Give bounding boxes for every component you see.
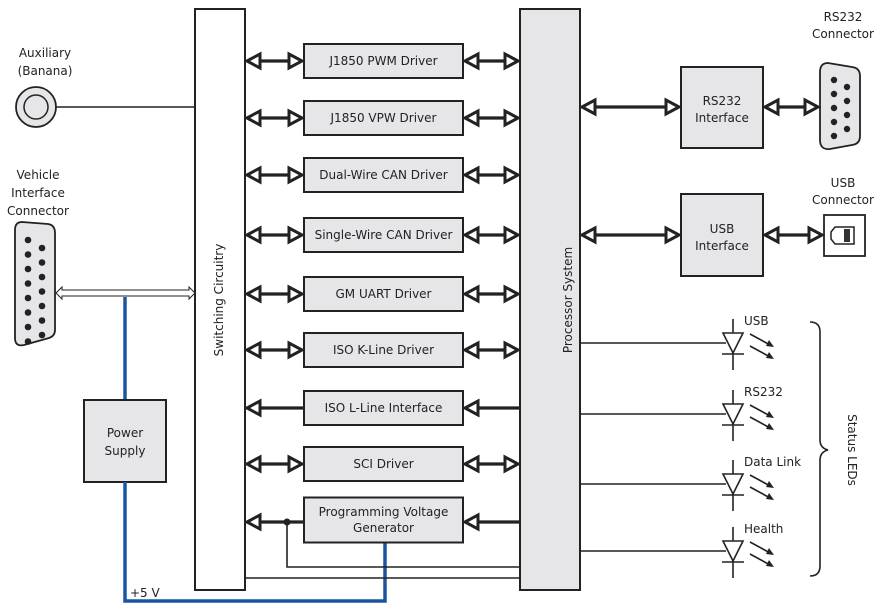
driver-block: Single-Wire CAN Driver <box>303 217 464 253</box>
driver-label: J1850 PWM Driver <box>328 54 437 68</box>
led-label: USB <box>744 314 769 328</box>
driver-label: ISO K-Line Driver <box>333 343 434 357</box>
plus5v-label: +5 V <box>130 586 161 600</box>
left-arrow <box>461 398 520 418</box>
driver-label: SCI Driver <box>353 457 413 471</box>
driver-block: ISO K-Line Driver <box>303 332 464 368</box>
driver-label: GM UART Driver <box>336 287 432 301</box>
usb-connector-label-1: USB <box>831 176 856 190</box>
left-arrow <box>243 398 304 418</box>
driver-label: Dual-Wire CAN Driver <box>319 168 448 182</box>
usb-connector-label-2: Connector <box>812 193 874 207</box>
bidirectional-arrow <box>243 165 306 185</box>
bidirectional-arrow <box>461 454 522 474</box>
rs232-interface-label-1: RS232 <box>703 94 742 108</box>
driver-block: GM UART Driver <box>303 276 464 312</box>
db15-connector-icon <box>14 221 56 347</box>
led-label: Health <box>744 522 783 536</box>
bidirectional-arrow <box>461 340 522 360</box>
banana-jack-icon <box>15 86 57 128</box>
left-arrow <box>461 512 520 532</box>
usb-interface-label-1: USB <box>710 222 735 236</box>
driver-blocks: J1850 PWM Driver J1850 VPW Driver Dual-Wir… <box>243 43 522 544</box>
driver-block: Programming Voltage Generator <box>303 496 464 544</box>
driver-label: ISO L-Line Interface <box>325 401 443 415</box>
led-label: Data Link <box>744 455 801 469</box>
bidirectional-arrow <box>243 284 306 304</box>
power-supply-block <box>83 399 167 483</box>
rs232-connector-label-1: RS232 <box>824 10 863 24</box>
led-label: RS232 <box>744 385 783 399</box>
driver-block: SCI Driver <box>303 446 464 482</box>
driver-block: Dual-Wire CAN Driver <box>303 157 464 193</box>
bidirectional-arrow <box>578 97 683 117</box>
status-leds-label: Status LEDs <box>845 414 859 486</box>
driver-block: ISO L-Line Interface <box>303 390 464 426</box>
driver-block: J1850 PWM Driver <box>303 43 464 79</box>
left-arrow <box>243 512 304 532</box>
driver-label: Generator <box>353 521 414 535</box>
usb-interface-label-2: Interface <box>695 239 749 253</box>
bidirectional-arrow <box>578 225 683 245</box>
driver-block: J1850 VPW Driver <box>303 100 464 136</box>
switching-circuitry-label: Switching Circuitry <box>212 244 226 357</box>
bidirectional-arrow <box>461 165 522 185</box>
bidirectional-arrow <box>243 51 306 71</box>
bidirectional-arrow <box>461 108 522 128</box>
status-leds: USB RS232 Data Link Health <box>580 314 801 578</box>
bidirectional-arrow <box>461 284 522 304</box>
usb-port-icon <box>823 214 866 257</box>
processor-system-label: Processor System <box>561 247 575 353</box>
status-leds-brace <box>809 321 829 577</box>
bidirectional-arrow <box>243 340 306 360</box>
bidirectional-arrow <box>243 108 306 128</box>
vehicle-label-1: Vehicle <box>17 168 60 182</box>
power-supply-label-2: Supply <box>105 444 146 458</box>
bidirectional-arrow <box>761 97 822 117</box>
bidirectional-arrow <box>243 225 306 245</box>
rs232-interface-label-2: Interface <box>695 111 749 125</box>
diagram-canvas: Switching Circuitry Processor System Aux… <box>7 8 874 603</box>
block-diagram: Switching Circuitry Processor System Aux… <box>0 0 884 609</box>
driver-label: Single-Wire CAN Driver <box>315 228 453 242</box>
bidirectional-arrow <box>461 51 522 71</box>
driver-label: Programming Voltage <box>319 505 449 519</box>
auxiliary-label-1: Auxiliary <box>19 46 71 60</box>
driver-label: J1850 VPW Driver <box>330 111 437 125</box>
vehicle-label-3: Connector <box>7 204 69 218</box>
bidirectional-arrow <box>243 454 306 474</box>
db9-connector-icon <box>819 62 861 150</box>
power-supply-label-1: Power <box>107 426 143 440</box>
vehicle-label-2: Interface <box>11 186 65 200</box>
bidirectional-arrow <box>761 225 826 245</box>
rs232-connector-label-2: Connector <box>812 27 874 41</box>
auxiliary-label-2: (Banana) <box>18 64 73 78</box>
bidirectional-arrow <box>461 225 522 245</box>
